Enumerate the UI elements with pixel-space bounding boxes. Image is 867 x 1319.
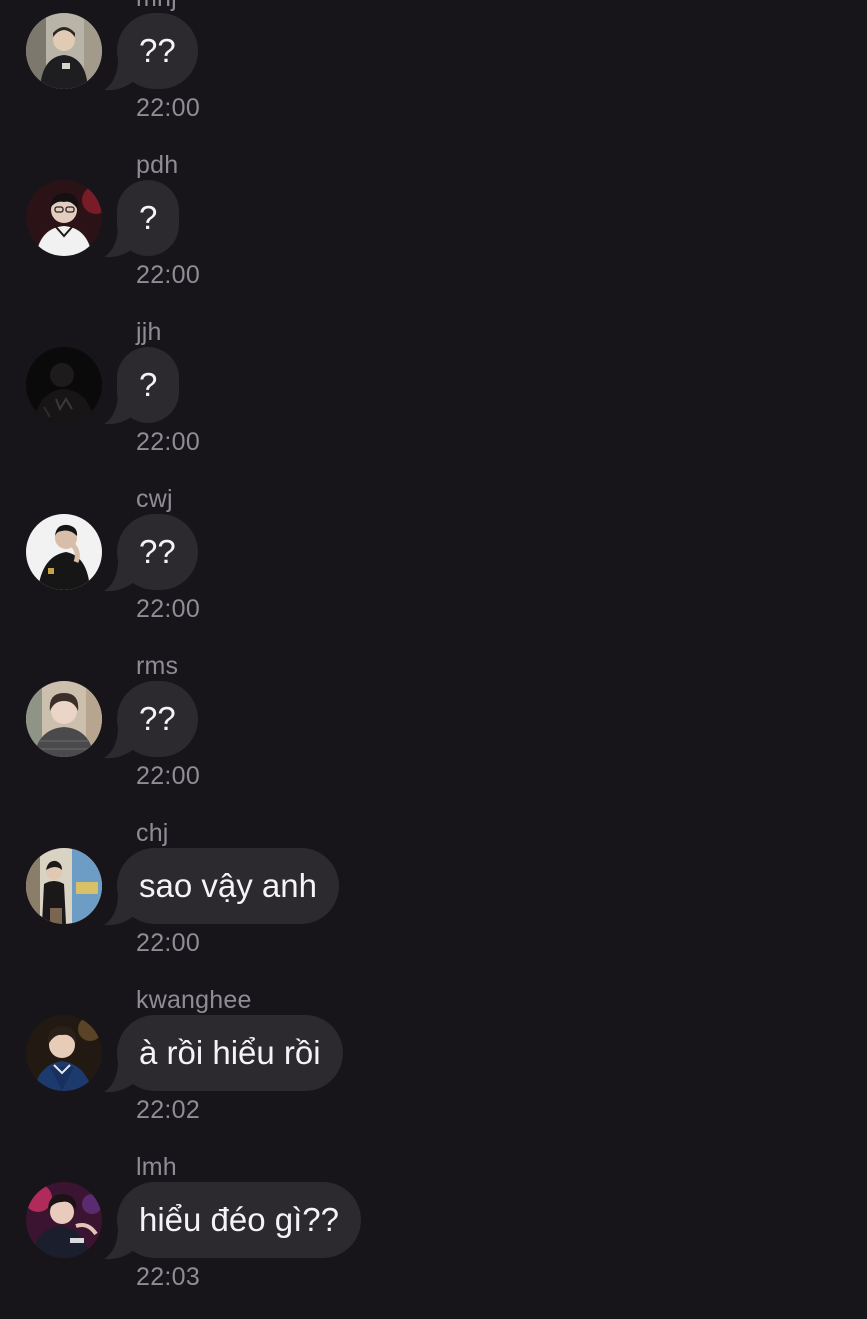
message-sender-name: cwj bbox=[136, 485, 173, 513]
message-row: jjh ? 22:00 bbox=[0, 317, 867, 484]
message-timestamp: 22:00 bbox=[136, 428, 201, 456]
message-timestamp: 22:00 bbox=[136, 261, 201, 289]
message-sender-name: rms bbox=[136, 652, 179, 680]
sender-avatar[interactable] bbox=[26, 180, 102, 256]
message-timestamp: 22:00 bbox=[136, 762, 201, 790]
message-timestamp: 22:00 bbox=[136, 929, 201, 957]
message-row: chj sao vậy anh 22:00 bbox=[0, 818, 867, 985]
message-timestamp: 22:00 bbox=[136, 595, 201, 623]
message-sender-name: lmh bbox=[136, 1153, 177, 1181]
message-row: pdh ? 22:00 bbox=[0, 150, 867, 317]
sender-avatar[interactable] bbox=[26, 514, 102, 590]
message-sender-name: mhj bbox=[136, 0, 177, 13]
message-bubble[interactable]: sao vậy anh bbox=[117, 848, 339, 924]
message-timestamp: 22:00 bbox=[136, 94, 201, 122]
message-sender-name: kwanghee bbox=[136, 986, 252, 1014]
message-bubble[interactable]: ?? bbox=[117, 13, 198, 89]
message-timestamp: 22:03 bbox=[136, 1263, 201, 1291]
message-bubble[interactable]: ? bbox=[117, 180, 180, 256]
sender-avatar[interactable] bbox=[26, 1182, 102, 1258]
sender-avatar[interactable] bbox=[26, 681, 102, 757]
message-sender-name: chj bbox=[136, 819, 169, 847]
message-bubble[interactable]: ?? bbox=[117, 681, 198, 757]
sender-avatar[interactable] bbox=[26, 347, 102, 423]
message-bubble[interactable]: ?? bbox=[117, 514, 198, 590]
message-bubble[interactable]: hiểu đéo gì?? bbox=[117, 1182, 362, 1258]
message-row: lmh hiểu đéo gì?? 22:03 bbox=[0, 1152, 867, 1319]
sender-avatar[interactable] bbox=[26, 848, 102, 924]
message-bubble[interactable]: à rồi hiểu rồi bbox=[117, 1015, 343, 1091]
chat-message-list[interactable]: mhj ?? 22:00 pdh bbox=[0, 0, 867, 1319]
message-row: mhj ?? 22:00 bbox=[0, 0, 867, 150]
message-sender-name: jjh bbox=[136, 318, 162, 346]
message-row: kwanghee à rồi hiểu rồi 22:02 bbox=[0, 985, 867, 1152]
message-row: cwj ?? 22:00 bbox=[0, 484, 867, 651]
sender-avatar[interactable] bbox=[26, 13, 102, 89]
message-sender-name: pdh bbox=[136, 151, 179, 179]
sender-avatar[interactable] bbox=[26, 1015, 102, 1091]
message-row: rms ?? 22:00 bbox=[0, 651, 867, 818]
message-bubble[interactable]: ? bbox=[117, 347, 180, 423]
message-timestamp: 22:02 bbox=[136, 1096, 201, 1124]
